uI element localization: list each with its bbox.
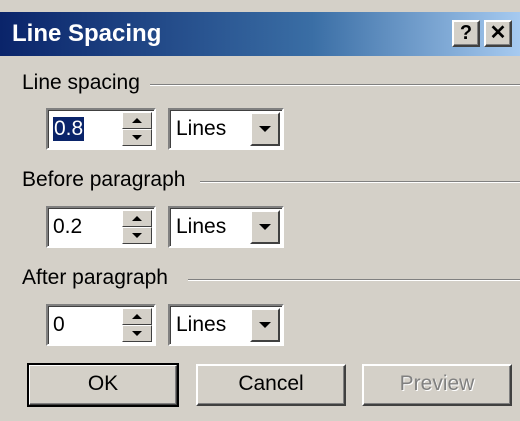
before-paragraph-field[interactable]: 0.2 — [46, 206, 156, 248]
after-paragraph-value[interactable]: 0 — [53, 313, 65, 337]
after-paragraph-field[interactable]: 0 — [46, 304, 156, 346]
chevron-down-icon[interactable] — [250, 210, 280, 244]
cancel-button[interactable]: Cancel — [196, 364, 346, 406]
spin-down-icon[interactable] — [122, 129, 152, 146]
line-spacing-label: Line spacing — [22, 71, 146, 95]
ok-button[interactable]: OK — [27, 363, 179, 407]
before-paragraph-spinner[interactable] — [122, 210, 152, 244]
spin-up-icon[interactable] — [122, 210, 152, 227]
chevron-down-icon[interactable] — [250, 112, 280, 146]
chevron-down-icon[interactable] — [250, 308, 280, 342]
spin-down-icon[interactable] — [122, 325, 152, 342]
after-paragraph-label: After paragraph — [22, 266, 174, 290]
before-paragraph-unit-select[interactable]: Lines — [168, 206, 284, 248]
line-spacing-field[interactable]: 0.8 — [46, 108, 156, 150]
help-button[interactable]: ? — [452, 20, 480, 47]
title-bar: Line Spacing ? ✕ — [0, 12, 520, 56]
line-spacing-unit-value: Lines — [176, 117, 227, 140]
after-paragraph-spinner[interactable] — [122, 308, 152, 342]
after-paragraph-unit-value: Lines — [176, 313, 227, 336]
line-spacing-unit-select[interactable]: Lines — [168, 108, 284, 150]
line-spacing-value[interactable]: 0.8 — [53, 117, 85, 141]
after-paragraph-separator — [188, 279, 520, 281]
line-spacing-spinner[interactable] — [122, 112, 152, 146]
line-spacing-dialog: Line Spacing ? ✕ Line spacing 0.8 Lines … — [0, 0, 520, 421]
spin-up-icon[interactable] — [122, 112, 152, 129]
before-paragraph-value[interactable]: 0.2 — [53, 215, 82, 239]
line-spacing-separator — [150, 84, 520, 86]
before-paragraph-unit-value: Lines — [176, 215, 227, 238]
preview-button: Preview — [362, 364, 512, 406]
before-paragraph-label: Before paragraph — [22, 168, 192, 192]
dialog-title: Line Spacing — [12, 20, 162, 47]
spin-up-icon[interactable] — [122, 308, 152, 325]
spin-down-icon[interactable] — [122, 227, 152, 244]
before-paragraph-separator — [200, 181, 520, 183]
close-button[interactable]: ✕ — [484, 20, 512, 47]
after-paragraph-unit-select[interactable]: Lines — [168, 304, 284, 346]
